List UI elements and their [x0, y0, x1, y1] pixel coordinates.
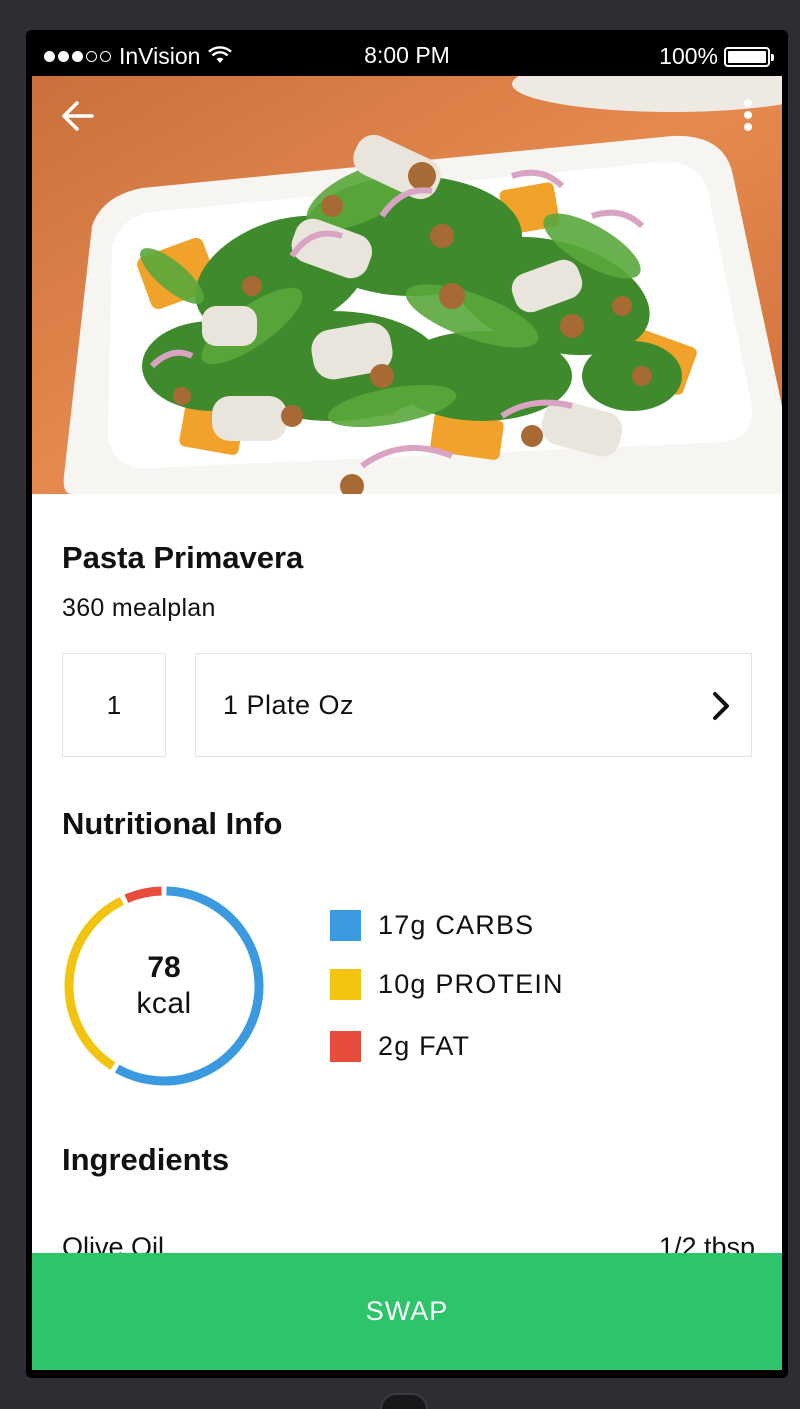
legend-item-carbs: 17g CARBS: [330, 910, 534, 941]
swap-button[interactable]: SWAP: [32, 1253, 782, 1370]
serving-unit-selector[interactable]: 1 Plate Oz: [195, 653, 752, 757]
kcal-value: 78: [147, 951, 181, 984]
legend-item-protein: 10g PROTEIN: [330, 969, 564, 1000]
home-button: [380, 1393, 428, 1409]
nutrition-heading: Nutritional Info: [62, 806, 283, 841]
carbs-swatch: [330, 910, 361, 941]
app-screen: InVision 8:00 PM 100% Pasta Primavera 36…: [32, 36, 782, 1370]
recipe-photo: [32, 76, 782, 494]
ingredients-heading: Ingredients: [62, 1142, 230, 1177]
protein-swatch: [330, 969, 361, 1000]
serving-quantity-input[interactable]: 1: [62, 653, 166, 757]
recipe-title: Pasta Primavera: [62, 540, 304, 575]
calorie-summary: 78 kcal: [62, 884, 266, 1088]
serving-unit-label: 1 Plate Oz: [223, 689, 355, 720]
more-vertical-icon[interactable]: [736, 98, 760, 138]
recipe-subtitle: 360 mealplan: [62, 594, 216, 622]
salad-illustration: [32, 76, 782, 494]
protein-label: 10g PROTEIN: [378, 969, 564, 999]
status-right: 100%: [659, 43, 774, 70]
battery-percentage: 100%: [659, 43, 718, 69]
status-bar: InVision 8:00 PM 100%: [32, 36, 782, 76]
battery-icon: [724, 46, 774, 67]
serving-quantity-value: 1: [106, 689, 122, 720]
back-arrow-icon[interactable]: [60, 98, 96, 134]
carbs-label: 17g CARBS: [378, 910, 535, 940]
kcal-unit: kcal: [136, 987, 192, 1020]
chevron-right-icon: [709, 691, 733, 721]
device-frame: InVision 8:00 PM 100% Pasta Primavera 36…: [0, 0, 800, 1409]
fat-swatch: [330, 1031, 361, 1062]
fat-label: 2g FAT: [378, 1031, 471, 1061]
legend-item-fat: 2g FAT: [330, 1031, 470, 1062]
swap-button-label: SWAP: [365, 1296, 449, 1326]
